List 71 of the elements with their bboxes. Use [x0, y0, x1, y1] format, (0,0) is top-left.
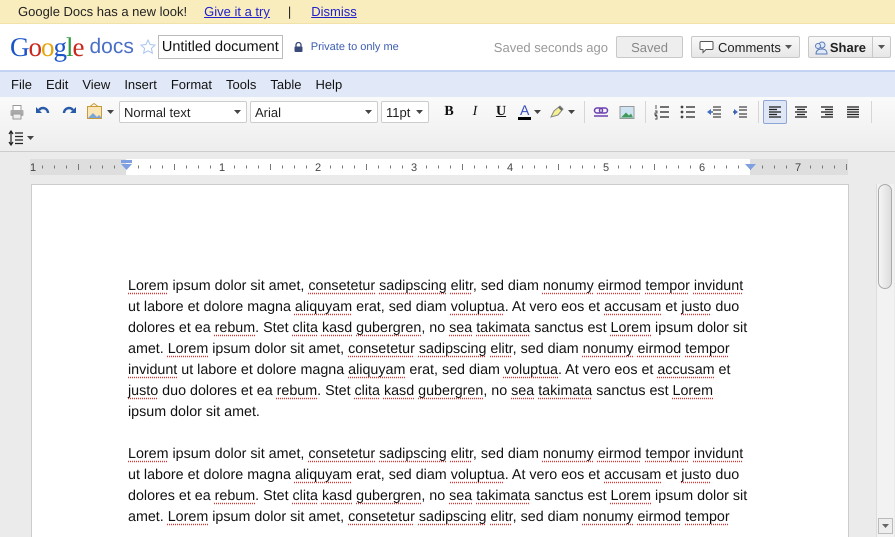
font-dropdown[interactable]: Arial [250, 101, 378, 123]
ruler-number: 2 [314, 162, 322, 174]
paragraph-style-dropdown[interactable]: Normal text [119, 101, 247, 123]
numbered-list-icon [654, 104, 670, 120]
star-icon[interactable] [140, 39, 156, 55]
bold-button[interactable]: B [437, 100, 461, 124]
decrease-indent-icon [706, 106, 722, 118]
google-logo[interactable]: Google [10, 34, 84, 60]
banner-message: Google Docs has a new look! [18, 4, 188, 19]
right-indent-handle[interactable] [745, 164, 756, 170]
alignment-button[interactable] [763, 100, 788, 124]
ruler-number: 1 [30, 162, 36, 174]
increase-indent-icon [732, 106, 748, 118]
menu-item[interactable]: File [4, 77, 39, 92]
save-status: Saved seconds ago [494, 40, 608, 54]
bulleted-list-icon [680, 105, 696, 119]
caret-icon [365, 110, 372, 114]
ruler-number: 4 [506, 162, 514, 174]
align-icon [820, 106, 834, 118]
printer-icon [9, 104, 25, 120]
picture-icon [86, 103, 104, 121]
dismiss-link[interactable]: Dismiss [311, 4, 357, 19]
menu-item[interactable]: Insert [117, 77, 164, 92]
align-icon [846, 106, 860, 118]
scroll-down-button[interactable] [878, 518, 893, 534]
menu-item[interactable]: View [75, 77, 118, 92]
image-icon [619, 106, 636, 118]
lock-icon [294, 42, 303, 52]
menu-item[interactable]: Help [308, 77, 350, 92]
caret-icon [878, 45, 885, 49]
caret-icon [27, 136, 34, 140]
share-button[interactable]: Share [808, 36, 873, 58]
body-paragraph: Lorem ipsum dolor sit amet, consetetur sadipscing elitr, sed diam nonumy eirmod tempor invidunt ut labore et dolore magna aliquyam erat, sed diam voluptua. At vero eos et accusam et justo duo dolores et ea rebum. Stet clita kasd gubergren, no sea takimata sanctus est Lorem ipsum dolor sit amet. Lorem ipsum dolor sit amet, consetetur sadipscing elitr, sed diam nonumy eirmod tempor invidunt ut labore et dolore magna aliquyam erat, sed diam voluptua. At vero eos et accusam et justo duo dolores et ea rebum. Stet clita kasd gubergren, no sea takimata sanctus est Lorem ipsum dolor sit amet. [128, 277, 748, 422]
share-menu-button[interactable] [873, 36, 891, 58]
font-size-dropdown[interactable]: 11pt [381, 101, 429, 123]
line-spacing-icon [8, 130, 24, 146]
menu-item[interactable]: Format [164, 77, 219, 92]
give-it-a-try-link[interactable]: Give it a try [204, 4, 270, 19]
ruler-number: 7 [794, 162, 802, 174]
left-indent-handle[interactable] [121, 160, 132, 170]
caret-icon [568, 110, 576, 114]
italic-button[interactable]: I [463, 100, 487, 124]
speech-bubble-icon [699, 40, 714, 54]
text-color-button[interactable]: A [515, 100, 544, 124]
underline-button[interactable]: U [489, 100, 513, 124]
comments-button[interactable]: Comments [691, 36, 800, 58]
document-title-field[interactable]: Untitled document [158, 35, 283, 59]
banner-separator: | [288, 4, 292, 19]
vertical-scrollbar[interactable] [876, 184, 894, 537]
menu-item[interactable]: Tools [219, 77, 264, 92]
link-icon [593, 107, 610, 117]
docs-logo-text[interactable]: docs [90, 35, 134, 59]
highlighter-icon [549, 104, 566, 120]
caret-icon [107, 110, 114, 114]
caret-icon [416, 110, 423, 114]
caret-icon [234, 110, 241, 114]
ruler-number: 1 [218, 162, 226, 174]
ruler-number: 6 [698, 162, 706, 174]
menu-item[interactable]: Table [263, 77, 308, 92]
scrollbar-thumb[interactable] [878, 184, 892, 289]
caret-icon [534, 110, 542, 114]
align-icon [794, 106, 808, 118]
privacy-link[interactable]: Private to only me [310, 41, 399, 53]
caret-icon [784, 45, 792, 49]
ruler-number: 5 [602, 162, 610, 174]
align-icon [768, 106, 782, 118]
people-icon [812, 40, 828, 54]
menu-item[interactable]: Edit [38, 77, 76, 92]
caret-icon [882, 524, 889, 528]
body-paragraph: Lorem ipsum dolor sit amet, consetetur sadipscing elitr, sed diam nonumy eirmod tempor invidunt ut labore et dolore magna aliquyam erat, sed diam voluptua. At vero eos et accusam et justo duo dolores et ea rebum. Stet clita kasd gubergren, no sea takimata sanctus est Lorem ipsum dolor sit amet. Lorem ipsum dolor sit amet, consetetur sadipscing elitr, sed diam nonumy eirmod tempor [128, 445, 748, 527]
ruler-number: 3 [410, 162, 418, 174]
